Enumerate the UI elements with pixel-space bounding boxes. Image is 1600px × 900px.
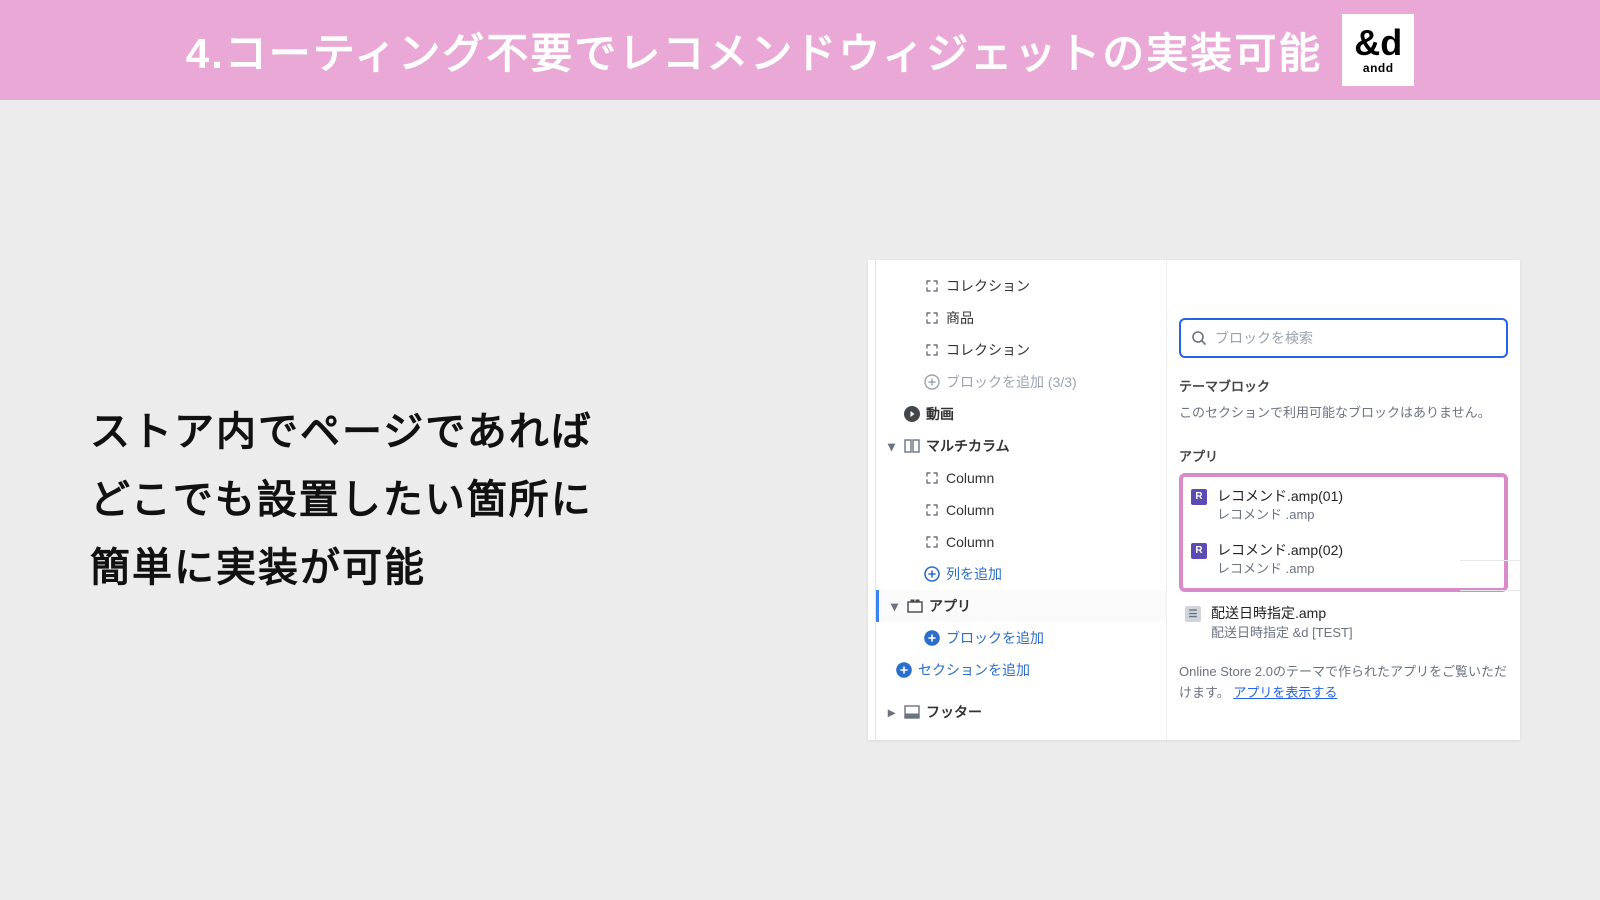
footer-icon [904, 704, 920, 720]
footer-text: Online Store 2.0のテーマで作られたアプリをご覧いただけます。 [1179, 664, 1507, 700]
tree-item-product[interactable]: 商品 [876, 302, 1166, 334]
divider [1460, 560, 1520, 561]
description-text: ストア内でページであれば どこでも設置したい箇所に 簡単に実装が可能 [90, 398, 868, 602]
section-heading-theme-blocks: テーマブロック [1179, 376, 1508, 395]
plus-circle-icon [924, 566, 940, 582]
brand-logo: &d andd [1342, 14, 1414, 86]
section-heading-apps: アプリ [1179, 446, 1508, 465]
tree-label: コレクション [946, 340, 1158, 360]
tree-item-collection[interactable]: コレクション [876, 270, 1166, 302]
block-picker-panel: テーマブロック このセクションで利用可能なブロックはありません。 アプリ R レ… [1166, 260, 1520, 740]
slide-header: 4.コーティング不要でレコメンドウィジェットの実装可能 &d andd [0, 0, 1600, 100]
app-badge-icon: R [1191, 489, 1207, 505]
tree-label: フッター [926, 702, 1158, 722]
tree-label: ブロックを追加 [946, 628, 1158, 648]
caret-right-icon: ▸ [888, 704, 898, 721]
tree-label: 動画 [926, 404, 1158, 424]
columns-icon [904, 438, 920, 454]
tree-label: マルチカラム [926, 436, 1158, 456]
section-icon [924, 502, 940, 518]
app-block-item-2[interactable]: R レコメンド.amp(02) レコメンド .amp [1185, 533, 1502, 587]
tree-item-column-2[interactable]: Column [876, 494, 1166, 526]
app-puzzle-icon [907, 598, 923, 614]
app-item-title: レコメンド.amp(02) [1217, 541, 1343, 561]
logo-sub-text: andd [1363, 61, 1394, 75]
tree-label: Column [946, 502, 1158, 518]
tree-label: Column [946, 534, 1158, 550]
tree-add-column[interactable]: 列を追加 [876, 558, 1166, 590]
search-blocks-field[interactable] [1179, 318, 1508, 358]
desc-line-1: ストア内でページであれば [90, 398, 868, 466]
tree-label: Column [946, 470, 1158, 486]
app-badge-icon: ☰ [1185, 606, 1201, 622]
caret-down-icon: ▾ [888, 438, 898, 455]
highlighted-app-group: R レコメンド.amp(01) レコメンド .amp R レコメンド.amp(0… [1179, 473, 1508, 593]
tree-label: 列を追加 [946, 564, 1158, 584]
section-tree-panel: コレクション 商品 コレクション ブロックを追加 (3/3) 動画 ▾ [876, 260, 1166, 740]
tree-item-collection-2[interactable]: コレクション [876, 334, 1166, 366]
search-input[interactable] [1215, 330, 1496, 346]
play-circle-icon [904, 406, 920, 422]
show-apps-link[interactable]: アプリを表示する [1233, 685, 1337, 700]
app-item-subtitle: 配送日時指定 &d [TEST] [1211, 624, 1353, 642]
app-block-item-delivery[interactable]: ☰ 配送日時指定.amp 配送日時指定 &d [TEST] [1179, 596, 1508, 650]
tree-add-block[interactable]: ブロックを追加 [876, 622, 1166, 654]
app-badge-icon: R [1191, 543, 1207, 559]
caret-down-icon: ▾ [891, 598, 901, 615]
empty-message: このセクションで利用可能なブロックはありません。 [1179, 403, 1508, 424]
tree-label: 商品 [946, 308, 1158, 328]
logo-main-text: &d [1354, 25, 1402, 61]
theme-editor-screenshot: コレクション 商品 コレクション ブロックを追加 (3/3) 動画 ▾ [868, 260, 1520, 740]
tree-item-column-1[interactable]: Column [876, 462, 1166, 494]
tree-label: ブロックを追加 (3/3) [946, 372, 1158, 392]
app-item-subtitle: レコメンド .amp [1217, 506, 1343, 524]
plus-circle-icon [896, 662, 912, 678]
tree-item-app[interactable]: ▾ アプリ [876, 590, 1166, 622]
app-item-title: 配送日時指定.amp [1211, 604, 1353, 624]
app-item-title: レコメンド.amp(01) [1217, 487, 1343, 507]
tree-label: セクションを追加 [918, 660, 1158, 680]
section-icon [924, 470, 940, 486]
tree-add-section[interactable]: セクションを追加 [876, 654, 1166, 686]
plus-circle-icon [924, 374, 940, 390]
app-item-subtitle: レコメンド .amp [1217, 560, 1343, 578]
slide-title: 4.コーティング不要でレコメンドウィジェットの実装可能 [186, 20, 1323, 81]
tree-add-block-disabled: ブロックを追加 (3/3) [876, 366, 1166, 398]
tree-item-video[interactable]: 動画 [876, 398, 1166, 430]
tree-label: コレクション [946, 276, 1158, 296]
tree-item-column-3[interactable]: Column [876, 526, 1166, 558]
section-icon [924, 534, 940, 550]
desc-line-3: 簡単に実装が可能 [90, 534, 868, 602]
section-icon [924, 278, 940, 294]
tree-label: アプリ [929, 596, 1158, 616]
slide-body: ストア内でページであれば どこでも設置したい箇所に 簡単に実装が可能 コレクショ… [0, 100, 1600, 900]
search-icon [1191, 330, 1207, 346]
tree-item-footer[interactable]: ▸ フッター [876, 696, 1166, 728]
desc-line-2: どこでも設置したい箇所に [90, 466, 868, 534]
app-block-item-1[interactable]: R レコメンド.amp(01) レコメンド .amp [1185, 479, 1502, 533]
section-icon [924, 342, 940, 358]
section-icon [924, 310, 940, 326]
panel-footer-message: Online Store 2.0のテーマで作られたアプリをご覧いただけます。 ア… [1179, 662, 1508, 704]
left-gutter [868, 260, 876, 740]
plus-circle-icon [924, 630, 940, 646]
divider [1460, 590, 1520, 591]
tree-item-multicolumn[interactable]: ▾ マルチカラム [876, 430, 1166, 462]
